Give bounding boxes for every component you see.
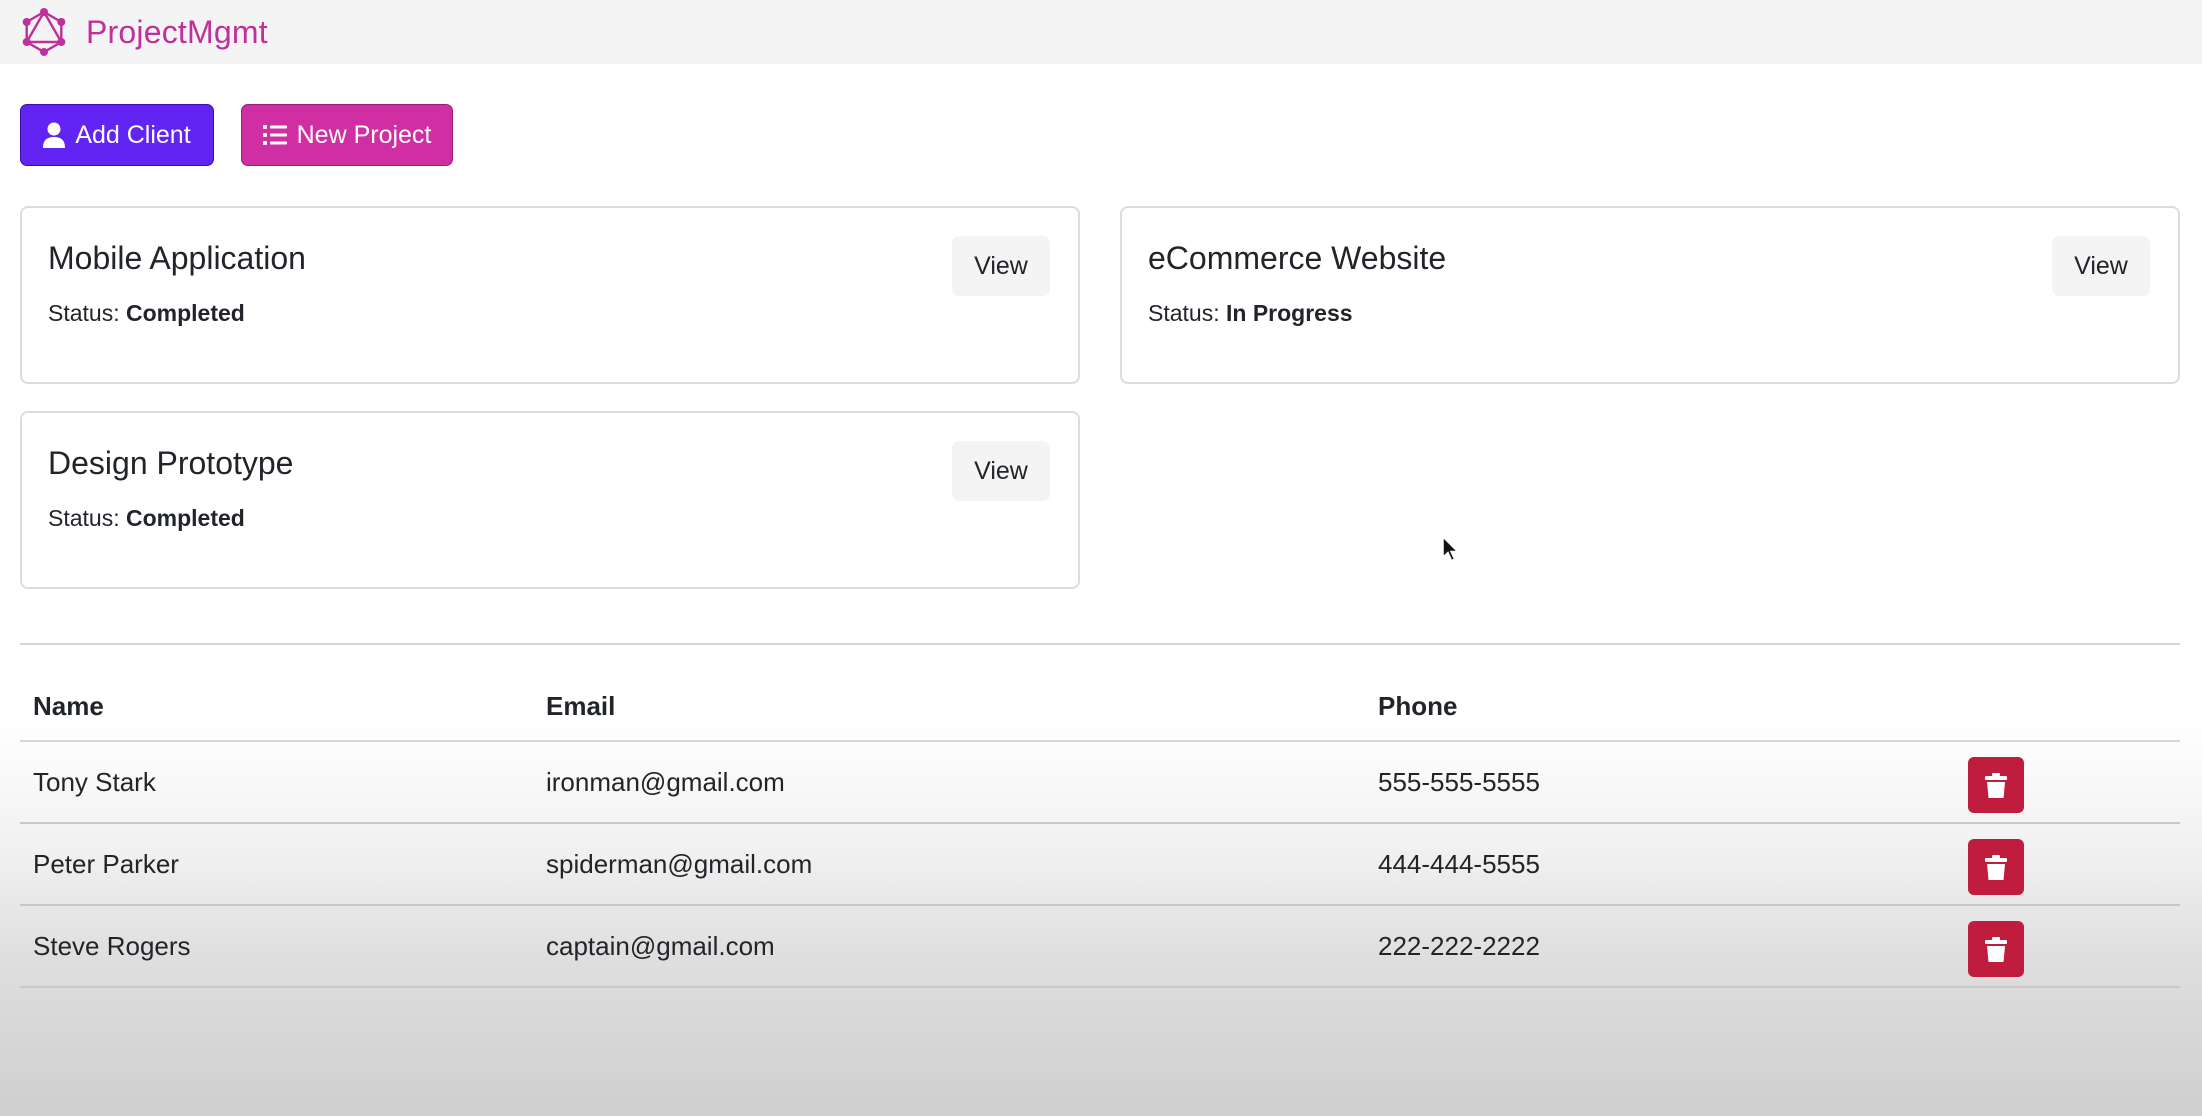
client-phone: 222-222-2222	[1365, 905, 1955, 988]
delete-client-button[interactable]	[1968, 839, 2024, 895]
client-name: Steve Rogers	[20, 905, 533, 988]
project-status: Status: Completed	[48, 300, 245, 327]
project-status: Status: In Progress	[1148, 300, 1353, 327]
status-value: In Progress	[1226, 300, 1353, 326]
table-row: Peter Parker spiderman@gmail.com 444-444…	[20, 823, 2180, 906]
table-row: Tony Stark ironman@gmail.com 555-555-555…	[20, 741, 2180, 824]
client-phone: 555-555-5555	[1365, 741, 1955, 824]
section-divider	[20, 643, 2180, 645]
header-name: Name	[20, 672, 533, 742]
add-client-label: Add Client	[75, 120, 191, 149]
project-card: Mobile Application Status: Completed Vie…	[20, 206, 1080, 384]
client-actions	[1955, 741, 2180, 824]
status-label: Status:	[48, 300, 120, 326]
client-actions	[1955, 905, 2180, 988]
header-actions	[1955, 672, 2180, 742]
status-value: Completed	[126, 505, 245, 531]
project-status: Status: Completed	[48, 505, 245, 532]
status-value: Completed	[126, 300, 245, 326]
status-label: Status:	[48, 505, 120, 531]
client-email: captain@gmail.com	[533, 905, 1365, 988]
project-card: Design Prototype Status: Completed View	[20, 411, 1080, 589]
client-name: Peter Parker	[20, 823, 533, 906]
client-email: spiderman@gmail.com	[533, 823, 1365, 906]
list-icon	[262, 125, 287, 145]
project-card: eCommerce Website Status: In Progress Vi…	[1120, 206, 2180, 384]
trash-icon	[1985, 772, 2007, 798]
mouse-cursor-icon	[1442, 536, 1460, 562]
clients-table: Name Email Phone Tony Stark ironman@gmai…	[20, 672, 2180, 988]
project-title: Mobile Application	[48, 240, 306, 276]
add-client-button[interactable]: Add Client	[20, 104, 214, 166]
new-project-button[interactable]: New Project	[241, 104, 453, 166]
client-phone: 444-444-5555	[1365, 823, 1955, 906]
header-phone: Phone	[1365, 672, 1955, 742]
table-header-row: Name Email Phone	[20, 672, 2180, 742]
client-actions	[1955, 823, 2180, 906]
status-label: Status:	[1148, 300, 1220, 326]
delete-client-button[interactable]	[1968, 757, 2024, 813]
brand-link[interactable]: ProjectMgmt	[20, 8, 268, 56]
app-title: ProjectMgmt	[86, 13, 268, 50]
project-title: eCommerce Website	[1148, 240, 1447, 276]
delete-client-button[interactable]	[1968, 921, 2024, 977]
project-title: Design Prototype	[48, 445, 294, 481]
trash-icon	[1985, 854, 2007, 880]
new-project-label: New Project	[296, 120, 432, 149]
navbar: ProjectMgmt	[0, 0, 2202, 64]
trash-icon	[1985, 936, 2007, 962]
view-project-button[interactable]: View	[952, 236, 1050, 296]
user-icon	[43, 122, 66, 148]
view-project-button[interactable]: View	[952, 441, 1050, 501]
table-row: Steve Rogers captain@gmail.com 222-222-2…	[20, 905, 2180, 988]
header-email: Email	[533, 672, 1365, 742]
client-name: Tony Stark	[20, 741, 533, 824]
graphql-logo-icon	[22, 8, 66, 56]
client-email: ironman@gmail.com	[533, 741, 1365, 824]
view-project-button[interactable]: View	[2052, 236, 2150, 296]
